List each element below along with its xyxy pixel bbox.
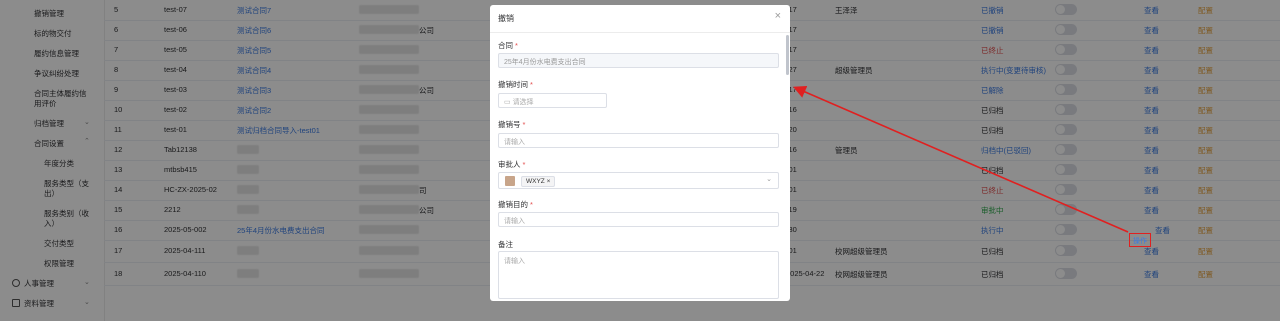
operate-link[interactable]: 操作 (1133, 236, 1147, 246)
tag-close-icon[interactable]: × (547, 178, 551, 185)
revoke-time-label: 撤销时间 * (498, 80, 533, 89)
purpose-label: 撤销目的 * (498, 200, 533, 209)
close-icon[interactable]: × (775, 10, 781, 22)
revoke-no-label: 撤销号 * (498, 120, 526, 129)
remark-textarea[interactable]: 请输入 (498, 251, 779, 299)
purpose-input[interactable]: 请输入 (498, 212, 779, 227)
avatar (505, 176, 515, 186)
remark-label: 备注 (498, 240, 513, 249)
approver-label: 审批人 * (498, 160, 526, 169)
approver-select[interactable]: WXYZ × ⌄ (498, 172, 779, 189)
revoke-no-input[interactable]: 请输入 (498, 133, 779, 148)
dialog-scrollbar[interactable] (786, 35, 789, 75)
approver-tag: WXYZ × (521, 176, 556, 187)
calendar-icon: ▭ (504, 99, 513, 106)
contract-field: 25年4月份水电费支出合同 (498, 53, 779, 68)
contract-label: 合同 * (498, 41, 518, 50)
revoke-dialog: 撤销 × 合同 * 25年4月份水电费支出合同 撤销时间 * ▭ 请选择 撤销号 * … (490, 5, 790, 301)
divider (490, 32, 790, 33)
dialog-title: 撤销 (498, 14, 514, 23)
chevron-down-icon: ⌄ (766, 176, 772, 183)
revoke-time-picker[interactable]: ▭ 请选择 (498, 93, 607, 108)
